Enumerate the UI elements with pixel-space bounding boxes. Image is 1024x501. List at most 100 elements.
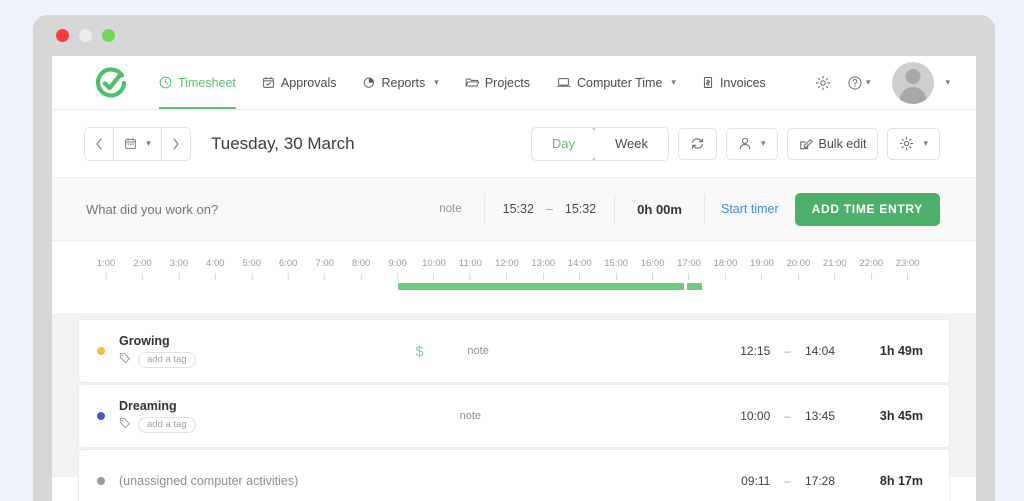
chevron-down-icon: ▾: [671, 77, 676, 87]
close-window-button[interactable]: [56, 29, 69, 42]
timeline-activity-bar[interactable]: [397, 283, 684, 290]
time-entry-row[interactable]: Growing add a tag $ note 12:15–14:04 1h 49m: [78, 319, 950, 383]
clockify-check-logo[interactable]: [92, 64, 130, 102]
date-nav-group: ▾: [84, 126, 191, 161]
help-button[interactable]: ▾: [841, 69, 877, 97]
composer-note-button[interactable]: note: [417, 203, 483, 215]
previous-day-button[interactable]: [85, 128, 113, 160]
timeline-tick-mark: [469, 273, 471, 280]
refresh-button[interactable]: [677, 127, 717, 160]
timeline-tick: 12:00: [495, 258, 519, 280]
nav-item-projects[interactable]: Projects: [452, 56, 543, 109]
time-entry-row[interactable]: Dreaming add a tag note 10:00–13:45 3h 45m: [78, 384, 950, 448]
nav-item-invoices[interactable]: Invoices: [689, 56, 779, 109]
view-mode-week[interactable]: Week: [594, 127, 668, 160]
nav-label-reports: Reports: [381, 75, 426, 90]
timeline-tick-label: 16:00: [640, 258, 665, 269]
timeline-tick-label: 12:00: [494, 258, 519, 269]
description-input[interactable]: [84, 200, 418, 218]
entry-project-name[interactable]: (unassigned computer activities): [119, 474, 298, 488]
timeline-tick-mark: [178, 273, 180, 280]
composer-dash: –: [545, 202, 553, 216]
add-time-entry-button[interactable]: ADD TIME ENTRY: [794, 192, 940, 226]
entry-end-time[interactable]: 13:45: [805, 409, 835, 423]
timeline-tick-label: 8:00: [351, 258, 371, 269]
top-navigation-bar: Timesheet Approvals Reports ▾ Projects C…: [52, 56, 976, 110]
composer-start-time[interactable]: 15:32: [503, 202, 534, 216]
timeline-tick-mark: [688, 273, 690, 280]
entry-end-time[interactable]: 17:28: [805, 474, 835, 488]
time-entry-row[interactable]: (unassigned computer activities) 09:11–17…: [78, 449, 950, 501]
add-a-tag-button[interactable]: add a tag: [138, 416, 196, 433]
nav-label-approvals: Approvals: [280, 75, 337, 90]
refresh-icon: [691, 138, 704, 149]
user-menu[interactable]: ▾: [892, 61, 950, 104]
timeline-tick: 20:00: [786, 258, 810, 280]
start-timer-button[interactable]: Start timer: [705, 202, 795, 216]
timeline-tick-mark: [287, 273, 289, 280]
primary-nav-links: Timesheet Approvals Reports ▾ Projects C…: [146, 56, 779, 109]
user-filter-button[interactable]: ▾: [725, 127, 778, 160]
view-mode-day[interactable]: Day: [531, 127, 596, 160]
timeline-tick-mark: [797, 273, 799, 280]
chevron-down-icon: ▾: [760, 138, 766, 148]
add-a-tag-button[interactable]: add a tag: [138, 351, 196, 368]
maximize-window-button[interactable]: [102, 29, 115, 42]
timeline-tick-mark: [324, 273, 326, 280]
nav-item-reports[interactable]: Reports ▾: [350, 56, 452, 109]
entry-main: Dreaming add a tag: [119, 399, 196, 434]
timeline-tick: 14:00: [568, 258, 592, 280]
timesheet-settings-button[interactable]: ▾: [887, 127, 940, 160]
date-picker-button[interactable]: ▾: [113, 127, 162, 160]
avatar: [892, 61, 935, 104]
timeline-tick-mark: [579, 273, 581, 280]
timeline-tick-label: 4:00: [206, 258, 225, 269]
timeline-tick: 5:00: [243, 258, 261, 280]
nav-item-computer-time[interactable]: Computer Time ▾: [543, 56, 689, 109]
timeline-tick: 2:00: [133, 258, 152, 280]
entry-start-time[interactable]: 12:15: [740, 344, 770, 358]
billable-dollar-icon[interactable]: $: [416, 343, 424, 359]
entry-duration[interactable]: 3h 45m: [849, 409, 923, 423]
timeline-tick-label: 15:00: [604, 258, 629, 269]
next-day-button[interactable]: [162, 128, 190, 160]
entry-dash: –: [784, 409, 791, 423]
timeline-tick-mark: [141, 273, 143, 280]
entry-start-time[interactable]: 09:11: [741, 474, 770, 488]
entry-time-range: 09:11–17:28 8h 17m: [741, 474, 923, 488]
minimize-window-button[interactable]: [79, 29, 92, 42]
entry-project-name[interactable]: Dreaming: [119, 399, 196, 413]
nav-label-invoices: Invoices: [719, 75, 766, 90]
timeline-tick-mark: [506, 273, 508, 280]
person-icon: [739, 137, 751, 150]
nav-item-timesheet[interactable]: Timesheet: [146, 56, 249, 109]
pencil-square-icon: [799, 138, 813, 149]
entry-duration[interactable]: 8h 17m: [849, 474, 923, 488]
nav-item-approvals[interactable]: Approvals: [249, 56, 350, 109]
timeline-activity-bar[interactable]: [687, 283, 702, 290]
timeline-tick-mark: [251, 273, 253, 280]
bulk-edit-button[interactable]: Bulk edit: [786, 127, 879, 160]
timeline-tick-label: 9:00: [388, 258, 407, 269]
entry-duration[interactable]: 1h 49m: [849, 344, 923, 358]
screenshot-root: Timesheet Approvals Reports ▾ Projects C…: [0, 0, 1024, 501]
entry-end-time[interactable]: 14:04: [805, 344, 835, 358]
timeline-tick-label: 2:00: [133, 258, 152, 269]
project-color-dot: [97, 347, 105, 355]
timeline-tick: 6:00: [279, 258, 297, 280]
timeline-tick: 18:00: [714, 258, 737, 280]
entry-project-name[interactable]: Growing: [119, 334, 196, 348]
entry-note-button[interactable]: note: [460, 410, 481, 422]
timeline-tick-mark: [615, 273, 617, 280]
current-date-label: Tuesday, 30 March: [211, 133, 355, 153]
day-timeline: 1:00 2:00 3:00 4:00 5:00 6:00 7:00 8:00 9:00 10:0…: [52, 241, 976, 313]
composer-duration[interactable]: 0h 00m: [615, 202, 704, 217]
entry-note-button[interactable]: note: [467, 345, 488, 357]
timeline-tick-mark: [907, 273, 909, 280]
chevron-down-icon: ▾: [146, 138, 151, 148]
composer-end-time[interactable]: 15:32: [565, 202, 596, 216]
entry-start-time[interactable]: 10:00: [740, 409, 770, 423]
gear-icon[interactable]: [809, 69, 837, 97]
timeline-tick: 3:00: [170, 258, 188, 280]
timeline-track[interactable]: 1:00 2:00 3:00 4:00 5:00 6:00 7:00 8:00 9:00 10:0…: [84, 241, 944, 313]
